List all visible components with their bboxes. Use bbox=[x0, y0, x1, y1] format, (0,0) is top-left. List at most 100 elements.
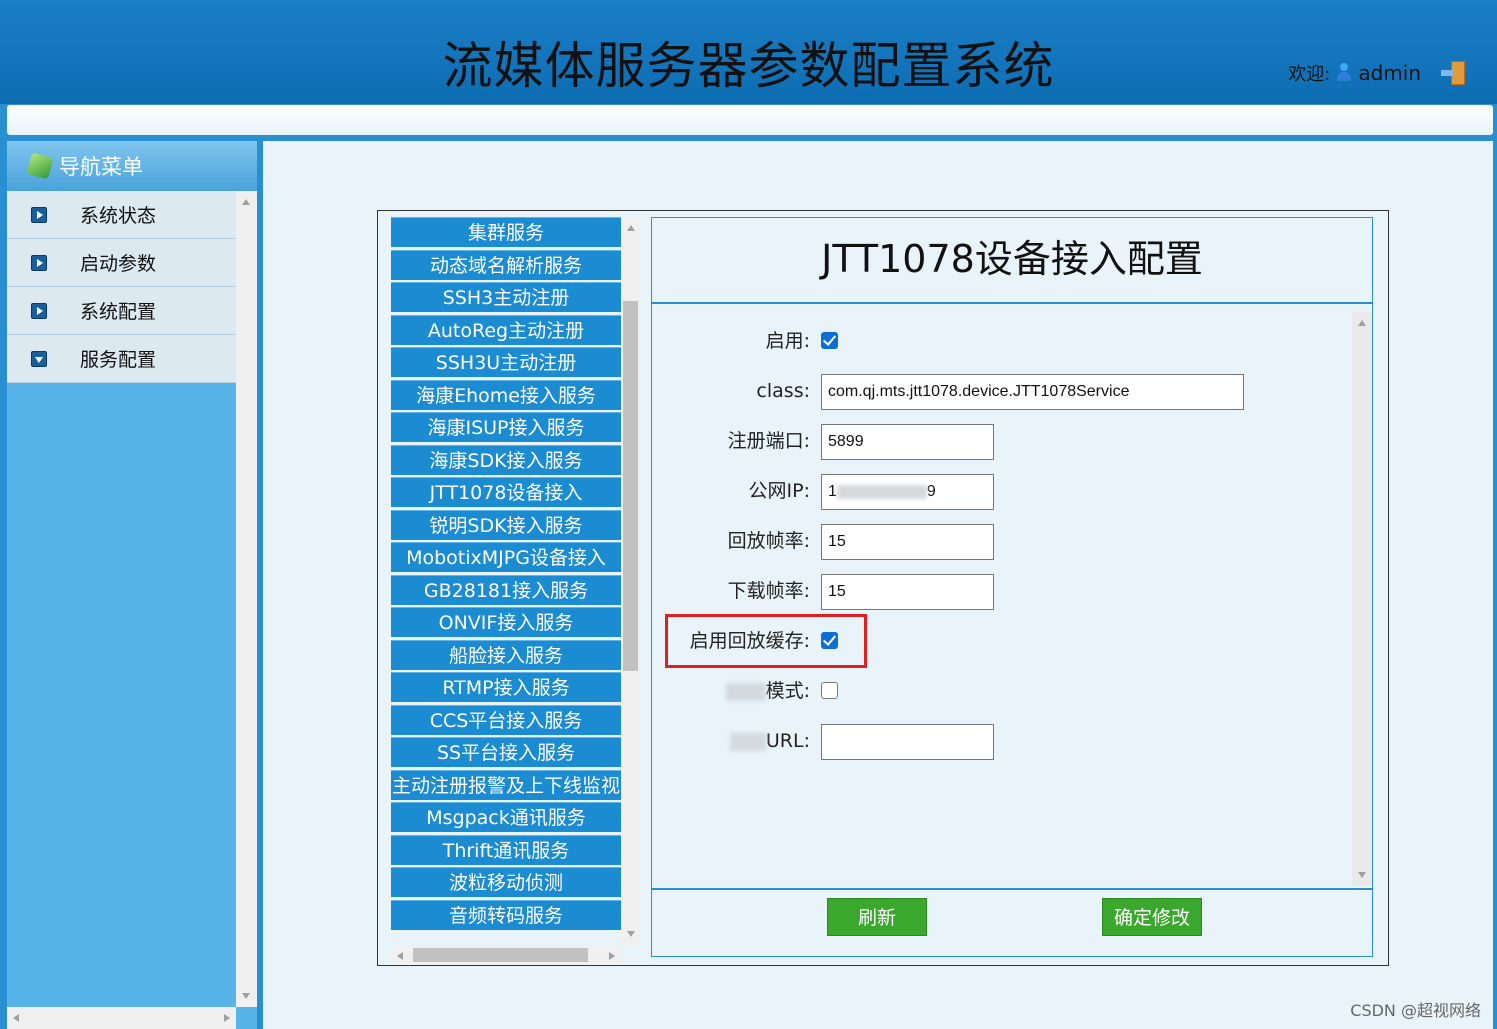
sidebar-title: 导航菜单 bbox=[59, 155, 143, 179]
sidebar-horizontal-scrollbar[interactable] bbox=[7, 1007, 236, 1029]
ip-prefix: 1 bbox=[828, 483, 837, 500]
footer-divider bbox=[652, 888, 1372, 890]
confirm-button[interactable]: 确定修改 bbox=[1102, 898, 1202, 936]
scroll-down-icon[interactable] bbox=[1358, 872, 1366, 878]
expand-arrow-icon bbox=[31, 206, 47, 223]
playback-fps-input[interactable] bbox=[821, 524, 994, 560]
scroll-right-icon[interactable] bbox=[224, 1014, 230, 1022]
scroll-thumb[interactable] bbox=[623, 301, 638, 671]
port-input[interactable] bbox=[821, 424, 994, 460]
mode-label: 模式: bbox=[725, 674, 810, 708]
service-list: 集群服务 动态域名解析服务 SSH3主动注册 AutoReg主动注册 SSH3U… bbox=[391, 217, 621, 943]
scroll-up-icon[interactable] bbox=[1358, 320, 1366, 326]
mode-checkbox[interactable] bbox=[821, 682, 838, 699]
scroll-down-icon[interactable] bbox=[242, 993, 250, 999]
sidebar: 导航菜单 系统状态 启动参数 系统配置 服务配置 bbox=[7, 141, 257, 1029]
sidebar-item-system-config[interactable]: 系统配置 bbox=[7, 287, 236, 335]
row-download-fps: 下载帧率: bbox=[652, 574, 1352, 610]
row-enabled: 启用: bbox=[652, 324, 1352, 360]
service-item[interactable]: RTMP接入服务 bbox=[391, 672, 621, 702]
scroll-up-icon[interactable] bbox=[242, 199, 250, 205]
row-mode: 模式: bbox=[652, 674, 1352, 710]
scroll-right-icon[interactable] bbox=[609, 952, 615, 960]
service-item[interactable]: Msgpack通讯服务 bbox=[391, 802, 621, 832]
watermark: CSDN @超视网络 bbox=[1350, 1001, 1481, 1020]
service-item[interactable]: 音频转码服务 bbox=[391, 899, 621, 930]
form-vertical-scrollbar[interactable] bbox=[1352, 312, 1372, 886]
ip-label: 公网IP: bbox=[748, 480, 810, 502]
sidebar-item-label: 服务配置 bbox=[80, 349, 157, 371]
refresh-button[interactable]: 刷新 bbox=[827, 898, 927, 936]
config-title: JTT1078设备接入配置 bbox=[652, 218, 1372, 304]
service-item[interactable]: MobotixMJPG设备接入 bbox=[391, 542, 621, 572]
redacted-text bbox=[725, 682, 766, 701]
service-item[interactable]: JTT1078设备接入 bbox=[391, 477, 621, 507]
service-panel: 集群服务 动态域名解析服务 SSH3主动注册 AutoReg主动注册 SSH3U… bbox=[377, 210, 1389, 966]
row-class: class: bbox=[652, 374, 1352, 410]
redacted-ip bbox=[836, 484, 927, 499]
service-item[interactable]: SSH3U主动注册 bbox=[391, 347, 621, 377]
expand-arrow-icon bbox=[31, 254, 47, 271]
welcome-area: 欢迎: admin bbox=[1288, 60, 1467, 86]
service-item[interactable]: 锐明SDK接入服务 bbox=[391, 509, 621, 540]
scroll-up-icon[interactable] bbox=[627, 225, 635, 231]
class-label: class: bbox=[756, 380, 810, 402]
sidebar-item-label: 系统状态 bbox=[80, 205, 157, 227]
class-input[interactable] bbox=[821, 374, 1244, 410]
logout-icon[interactable] bbox=[1441, 60, 1467, 86]
service-item[interactable]: 主动注册报警及上下线监视 bbox=[391, 769, 621, 800]
service-item[interactable]: Thrift通讯服务 bbox=[391, 834, 621, 865]
config-form-box: JTT1078设备接入配置 启用: class: 注册端口: 公网IP: bbox=[651, 217, 1373, 957]
row-url: URL: bbox=[652, 724, 1352, 760]
service-item[interactable]: 波粒移动侦测 bbox=[391, 867, 621, 897]
nav-menu: 系统状态 启动参数 系统配置 服务配置 bbox=[7, 191, 236, 383]
scroll-thumb[interactable] bbox=[413, 948, 588, 962]
enabled-label: 启用: bbox=[765, 330, 810, 352]
row-port: 注册端口: bbox=[652, 424, 1352, 460]
service-item[interactable]: 海康SDK接入服务 bbox=[391, 444, 621, 475]
service-item[interactable]: 海康ISUP接入服务 bbox=[391, 412, 621, 442]
service-item[interactable]: SSH3主动注册 bbox=[391, 282, 621, 312]
page-title: 流媒体服务器参数配置系统 bbox=[442, 37, 1055, 95]
service-item[interactable]: 海康Ehome接入服务 bbox=[391, 379, 621, 410]
enabled-checkbox[interactable] bbox=[821, 332, 838, 349]
service-item[interactable]: GB28181接入服务 bbox=[391, 574, 621, 605]
scroll-left-icon[interactable] bbox=[13, 1014, 19, 1022]
service-list-horizontal-scrollbar[interactable] bbox=[391, 945, 621, 965]
service-item[interactable]: SS平台接入服务 bbox=[391, 737, 621, 767]
toolbar-strip bbox=[7, 105, 1493, 135]
cube-icon bbox=[26, 152, 54, 180]
row-playback-fps: 回放帧率: bbox=[652, 524, 1352, 560]
service-item[interactable]: AutoReg主动注册 bbox=[391, 314, 621, 345]
expand-arrow-icon bbox=[31, 302, 47, 319]
collapse-arrow-icon bbox=[31, 350, 47, 367]
ip-suffix: 9 bbox=[926, 483, 936, 500]
highlight-box bbox=[665, 614, 867, 668]
ip-input[interactable]: 19 bbox=[821, 474, 994, 510]
playback-fps-label: 回放帧率: bbox=[727, 530, 810, 552]
sidebar-header: 导航菜单 bbox=[7, 141, 257, 191]
service-list-vertical-scrollbar[interactable] bbox=[621, 217, 640, 945]
service-item[interactable]: 集群服务 bbox=[391, 217, 621, 247]
download-fps-input[interactable] bbox=[821, 574, 994, 610]
scroll-left-icon[interactable] bbox=[397, 952, 403, 960]
sidebar-item-startup-params[interactable]: 启动参数 bbox=[7, 239, 236, 287]
user-icon bbox=[1336, 63, 1352, 83]
service-item[interactable]: 船脸接入服务 bbox=[391, 639, 621, 670]
service-item[interactable]: CCS平台接入服务 bbox=[391, 704, 621, 735]
url-input[interactable] bbox=[821, 724, 994, 760]
sidebar-item-service-config[interactable]: 服务配置 bbox=[7, 335, 236, 383]
sidebar-vertical-scrollbar[interactable] bbox=[236, 191, 257, 1007]
scroll-down-icon[interactable] bbox=[627, 931, 635, 937]
header-bar: 流媒体服务器参数配置系统 欢迎: admin bbox=[0, 0, 1497, 104]
service-item[interactable]: ONVIF接入服务 bbox=[391, 607, 621, 637]
sidebar-item-label: 启动参数 bbox=[80, 253, 157, 275]
download-fps-label: 下载帧率: bbox=[727, 580, 810, 602]
config-form: 启用: class: 注册端口: 公网IP: 19 bbox=[652, 306, 1352, 888]
row-ip: 公网IP: 19 bbox=[652, 474, 1352, 510]
port-label: 注册端口: bbox=[727, 430, 810, 452]
service-item[interactable]: 动态域名解析服务 bbox=[391, 249, 621, 280]
main-content: 集群服务 动态域名解析服务 SSH3主动注册 AutoReg主动注册 SSH3U… bbox=[263, 141, 1493, 1029]
sidebar-item-system-status[interactable]: 系统状态 bbox=[7, 191, 236, 239]
welcome-label: 欢迎: bbox=[1288, 64, 1331, 85]
